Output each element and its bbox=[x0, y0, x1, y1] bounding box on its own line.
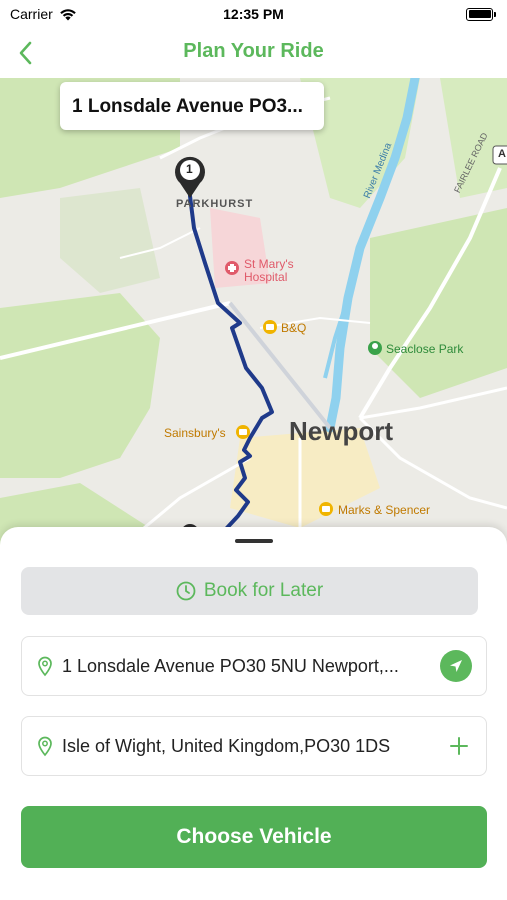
ride-sheet: Book for Later 1 Lonsdale Avenue PO30 5N… bbox=[0, 527, 507, 900]
choose-vehicle-button[interactable]: Choose Vehicle bbox=[21, 806, 487, 868]
book-later-button[interactable]: Book for Later bbox=[21, 567, 478, 615]
map-label-seaclose: Seaclose Park bbox=[386, 342, 464, 356]
map-label-st-marys-line2: Hospital bbox=[244, 270, 288, 284]
map-label-marks: Marks & Spencer bbox=[338, 503, 431, 517]
book-later-label: Book for Later bbox=[203, 580, 324, 601]
road-badge-label: A bbox=[498, 148, 506, 160]
map-canvas bbox=[0, 78, 507, 548]
carrier-label: Carrier bbox=[10, 6, 53, 22]
wifi-icon bbox=[59, 8, 76, 20]
plus-icon bbox=[450, 737, 468, 755]
status-bar: Carrier 12:35 PM bbox=[0, 0, 507, 28]
current-location-button[interactable] bbox=[440, 650, 472, 682]
map-label-st-marys: St Mary's Hospital bbox=[244, 258, 294, 284]
add-stop-button[interactable] bbox=[446, 733, 472, 759]
status-left: Carrier bbox=[10, 6, 77, 22]
sheet-handle[interactable] bbox=[235, 539, 273, 543]
pickup-callout[interactable]: 1 Lonsdale Avenue PO3... bbox=[60, 82, 324, 130]
location-pin-icon bbox=[38, 656, 52, 677]
dropoff-field[interactable]: Isle of Wight, United Kingdom,PO30 1DS bbox=[21, 716, 487, 776]
dropoff-text: Isle of Wight, United Kingdom,PO30 1DS bbox=[62, 735, 391, 756]
page-title: Plan Your Ride bbox=[183, 40, 324, 62]
map-label-newport: Newport bbox=[289, 416, 393, 446]
clock-icon bbox=[176, 581, 196, 601]
location-pin-icon bbox=[38, 736, 52, 757]
map-label-parkhurst: PARKHURST bbox=[176, 198, 254, 210]
navigation-arrow-icon bbox=[450, 660, 462, 672]
pickup-field[interactable]: 1 Lonsdale Avenue PO30 5NU Newport,... bbox=[21, 636, 487, 696]
nav-bar: Plan Your Ride bbox=[0, 28, 507, 78]
map-label-bq: B&Q bbox=[281, 321, 307, 335]
map-marker-label: 1 bbox=[186, 162, 193, 176]
map-label-sainsburys: Sainsbury's bbox=[164, 426, 226, 440]
pickup-text: 1 Lonsdale Avenue PO30 5NU Newport,... bbox=[62, 655, 399, 676]
route-map[interactable]: 1 A PARKHURST St Mary's Hospital B&Q Sea… bbox=[0, 78, 507, 548]
battery-icon bbox=[466, 7, 496, 21]
